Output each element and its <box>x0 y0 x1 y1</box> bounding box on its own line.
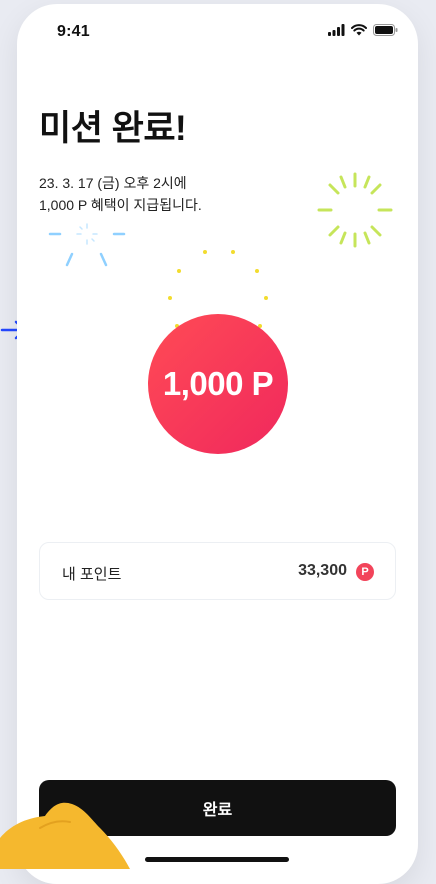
my-points-value: 33,300 <box>298 562 347 579</box>
status-time: 9:41 <box>57 23 90 40</box>
battery-icon <box>373 24 398 36</box>
description-line-1: 23. 3. 17 (금) 오후 2시에 <box>39 175 187 191</box>
status-icons <box>328 24 398 36</box>
point-coin-icon: P <box>356 563 374 581</box>
wifi-icon <box>351 24 367 36</box>
tapping-hand-icon <box>0 802 130 869</box>
phone-screen: 9:41 미션 완료! 23. 3. 17 (금) 오후 2시에 1,000 P… <box>17 4 418 884</box>
my-points-label: 내 포인트 <box>62 566 122 583</box>
my-points-card[interactable]: 내 포인트 33,300 P <box>39 542 396 600</box>
signal-icon <box>328 24 345 36</box>
green-firework-icon <box>317 172 393 248</box>
page-title: 미션 완료! <box>39 109 187 148</box>
blue-sparkle-icon <box>48 223 126 267</box>
reward-points-circle: 1,000 P <box>148 314 288 454</box>
home-indicator <box>145 857 289 862</box>
description-line-2: 1,000 P 혜택이 지급됩니다. <box>39 197 202 213</box>
reward-description: 23. 3. 17 (금) 오후 2시에 1,000 P 혜택이 지급됩니다. <box>39 172 202 216</box>
